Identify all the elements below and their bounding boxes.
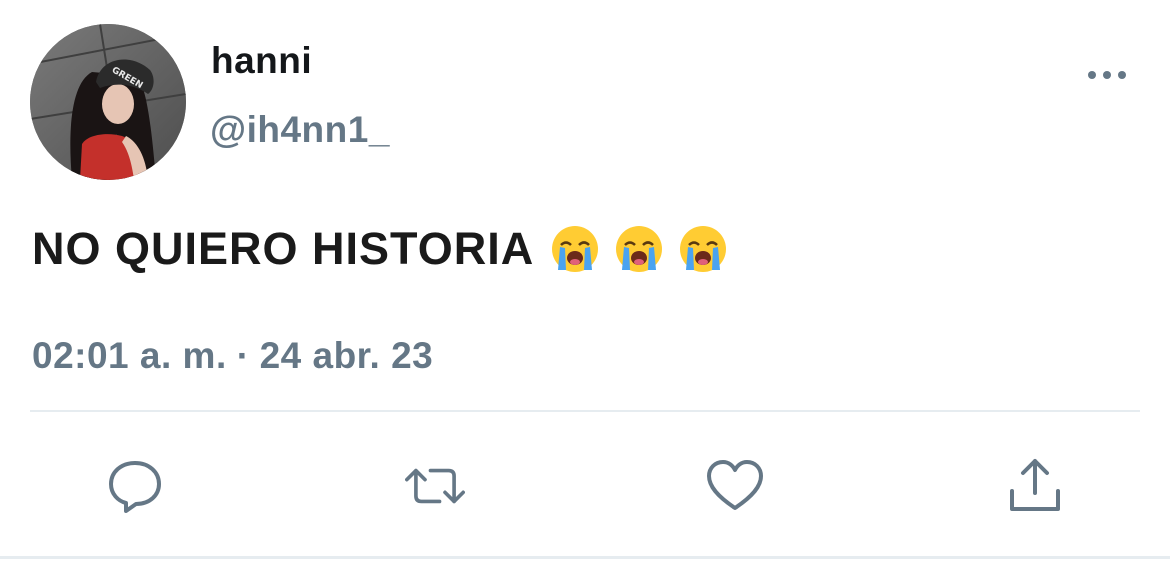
tweet-time: 02:01 a. m. xyxy=(32,335,227,376)
tweet-body: NO QUIERO HISTORIA xyxy=(32,223,535,274)
like-button[interactable] xyxy=(705,456,765,516)
bottom-divider xyxy=(0,556,1170,559)
speech-bubble-icon xyxy=(109,461,161,513)
share-upload-icon xyxy=(1010,459,1060,511)
tweet-card: GREEN hanni @ih4nn1_ NO QUIERO HISTORIA xyxy=(0,0,1170,576)
reply-button[interactable] xyxy=(105,456,165,516)
heart-icon xyxy=(707,460,763,510)
timestamp-separator: · xyxy=(236,335,250,376)
emoji-group xyxy=(550,224,728,274)
loudly-crying-face-emoji xyxy=(680,226,727,272)
tweet-text: NO QUIERO HISTORIA xyxy=(32,223,728,275)
user-handle[interactable]: @ih4nn1_ xyxy=(210,109,390,151)
avatar[interactable]: GREEN xyxy=(30,24,186,180)
more-options-button[interactable] xyxy=(1084,64,1130,86)
retweet-icon xyxy=(405,468,465,504)
tweet-date: 24 abr. 23 xyxy=(259,335,434,376)
loudly-crying-face-emoji xyxy=(616,226,663,272)
more-dots-icon xyxy=(1088,71,1126,79)
share-button[interactable] xyxy=(1005,456,1065,516)
display-name[interactable]: hanni xyxy=(211,40,312,82)
loudly-crying-face-emoji xyxy=(552,226,599,272)
divider xyxy=(30,410,1140,412)
tweet-timestamp[interactable]: 02:01 a. m. · 24 abr. 23 xyxy=(32,335,433,377)
avatar-image: GREEN xyxy=(30,24,186,180)
retweet-button[interactable] xyxy=(405,456,465,516)
